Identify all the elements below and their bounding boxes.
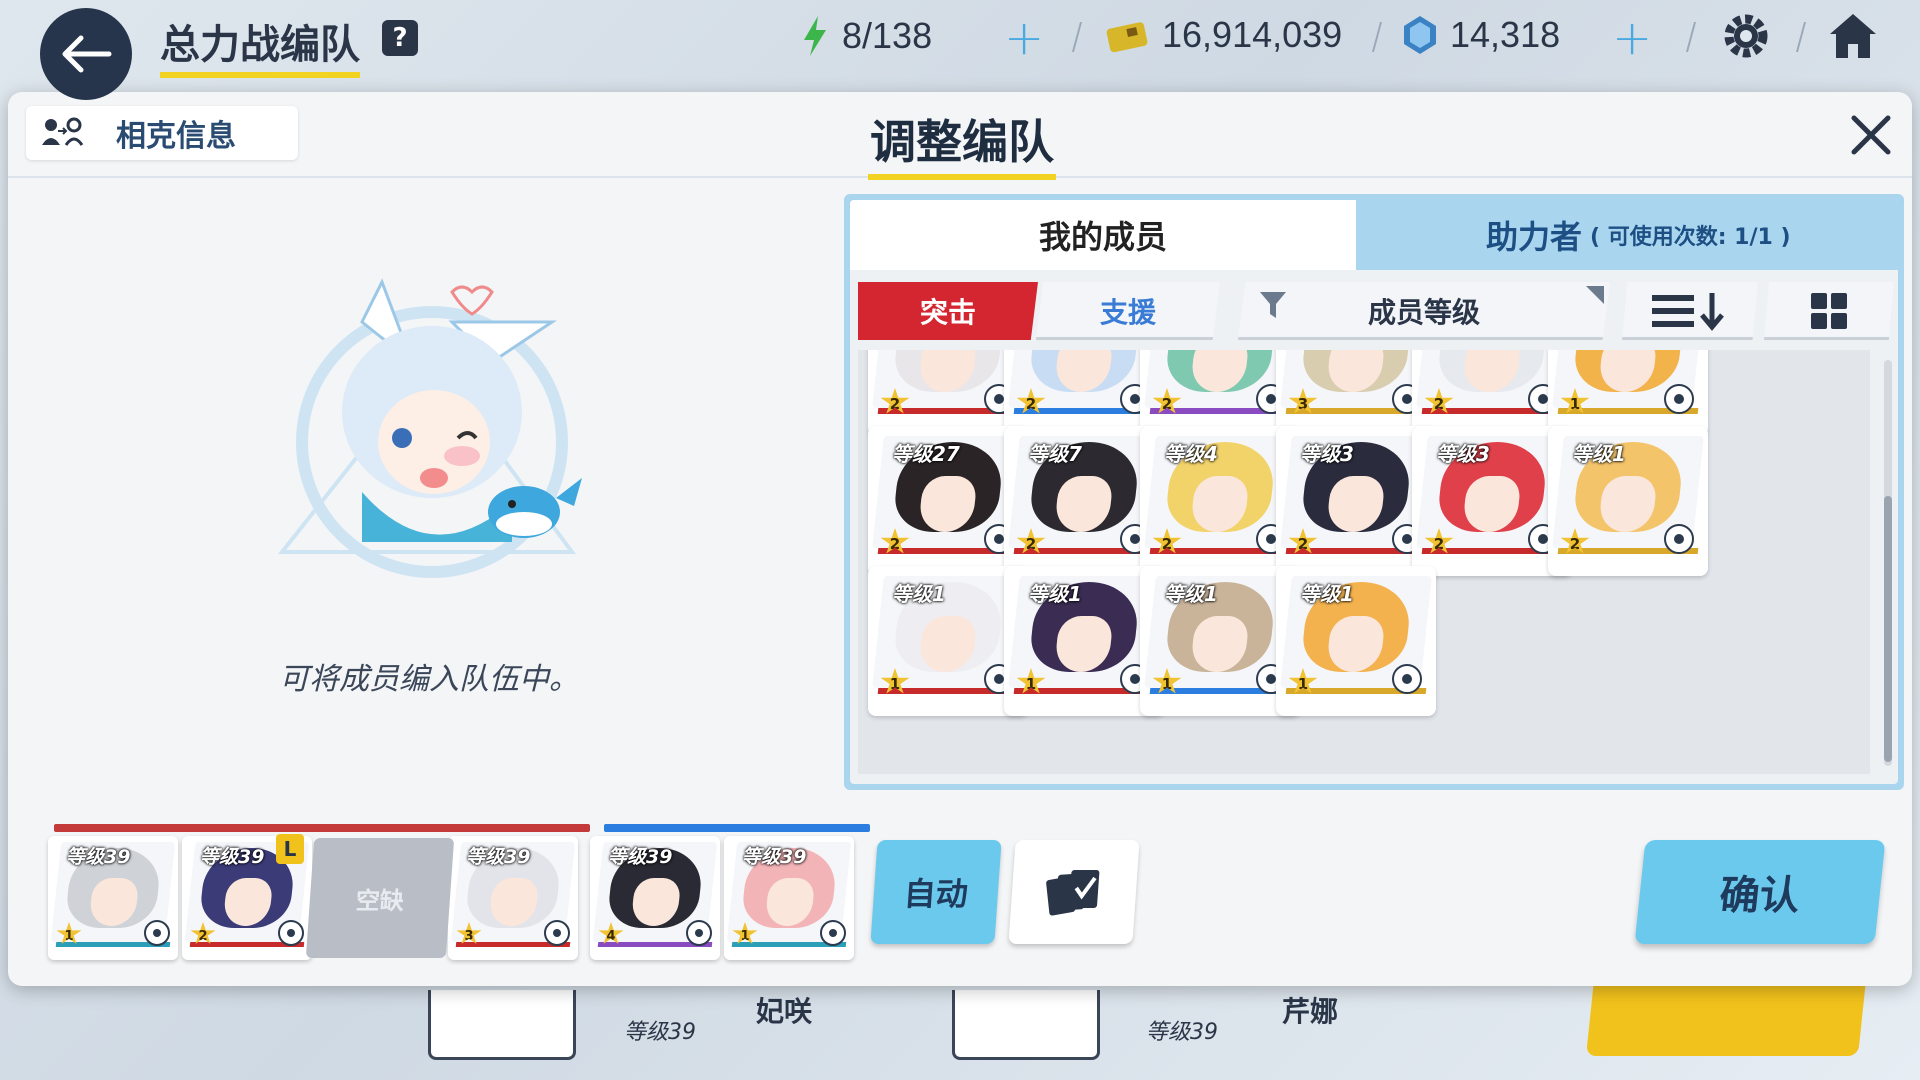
member-level: 等级7 <box>1028 442 1082 466</box>
add-ap-button[interactable]: + <box>1004 14 1044 62</box>
credit-display: 16,914,039 <box>1106 14 1342 56</box>
filter-bar: 突击 支援 成员等级 <box>858 282 1894 342</box>
pyroxene-icon <box>1404 16 1436 54</box>
strike-team-bar <box>54 824 590 832</box>
empty-slot[interactable]: 空缺 <box>305 838 455 958</box>
close-icon <box>1851 115 1891 155</box>
member-level: 等级1 <box>1028 582 1082 606</box>
divider <box>1071 22 1083 52</box>
pyroxene-display: 14,318 <box>1402 14 1560 56</box>
member-level: 等级39 <box>608 846 673 868</box>
background-name: 芹娜 <box>1282 995 1339 1028</box>
member-level: 等级27 <box>892 442 960 466</box>
modal-title: 调整编队 <box>868 106 1056 180</box>
divider <box>1795 22 1807 52</box>
home-button[interactable] <box>1826 10 1880 66</box>
ap-value: 8/138 <box>842 15 933 56</box>
team-slot[interactable]: 等级39 1 <box>48 836 178 960</box>
background-level: 等级39 <box>624 1020 696 1045</box>
credit-icon <box>1106 22 1148 53</box>
counter-info-label: 相克信息 <box>116 119 236 154</box>
scrollbar[interactable] <box>1884 360 1892 766</box>
member-level: 等级3 <box>1300 442 1354 466</box>
background-portrait <box>952 990 1100 1060</box>
back-arrow-icon <box>62 35 112 73</box>
divider <box>1371 22 1383 52</box>
role-icon <box>686 920 712 946</box>
scroll-thumb[interactable] <box>1884 496 1892 762</box>
role-icon <box>1392 664 1422 694</box>
add-pyroxene-button[interactable]: + <box>1612 14 1652 62</box>
filter-support[interactable]: 支援 <box>1036 282 1220 340</box>
role-icon <box>1664 524 1694 554</box>
funnel-icon <box>1260 292 1286 318</box>
credit-value: 16,914,039 <box>1162 14 1343 55</box>
team-slot[interactable]: 等级39 3 <box>448 836 578 960</box>
member-level: 等级39 <box>466 846 531 868</box>
team-slot[interactable]: 等级39 1 <box>724 836 854 960</box>
adjust-team-modal: 相克信息 调整编队 可将成员编入队伍中。 我的成员 助力者 (可使用次数: 1… <box>8 92 1912 986</box>
preset-button[interactable] <box>1008 840 1140 944</box>
member-card[interactable]: 1 <box>1548 350 1708 436</box>
card-deck-icon <box>1046 870 1100 916</box>
tab-my-members[interactable]: 我的成员 <box>850 200 1356 270</box>
filter-strike[interactable]: 突击 <box>858 282 1038 340</box>
role-icon <box>144 920 170 946</box>
assist-count: ( 可使用次数: 1/1 ) <box>1590 225 1791 250</box>
grid-view-icon <box>1811 293 1847 329</box>
auto-button[interactable]: 自动 <box>870 840 1002 944</box>
empty-team-illustration <box>262 242 602 582</box>
member-level: 等级39 <box>742 846 807 868</box>
modal-header: 相克信息 调整编队 <box>8 92 1912 180</box>
team-slot[interactable]: 等级39 2 L <box>182 834 312 960</box>
member-level: 等级1 <box>892 582 946 606</box>
tab-assist[interactable]: 助力者 ( 可使用次数: 1/1 ) <box>1356 200 1898 270</box>
member-grid: 2 2 2 3 2 1 等级27 2 等级7 2 等级4 2 等级3 2 等级3 2 等级1 2 等级1 1 等级1 1 等… <box>858 350 1870 774</box>
role-icon <box>544 920 570 946</box>
pyroxene-value: 14,318 <box>1450 14 1561 55</box>
back-button[interactable] <box>40 8 132 100</box>
empty-team-message: 可将成员编入队伍中。 <box>279 662 579 697</box>
role-icon <box>1664 384 1694 414</box>
gear-icon <box>1724 14 1768 58</box>
member-level: 等级1 <box>1164 582 1218 606</box>
home-icon <box>1830 14 1876 58</box>
role-icon <box>278 920 304 946</box>
counter-swap-icon <box>42 117 84 146</box>
help-icon[interactable]: ? <box>382 20 418 56</box>
background-portrait <box>428 990 576 1060</box>
close-button[interactable] <box>1846 110 1896 160</box>
dropdown-corner-icon <box>1586 286 1604 304</box>
member-panel: 我的成员 助力者 ( 可使用次数: 1/1 ) 突击 支援 成员等级 2 2 2… <box>844 194 1904 790</box>
member-level: 等级39 <box>200 846 265 868</box>
member-card[interactable]: 等级1 2 <box>1548 426 1708 576</box>
background-level: 等级39 <box>1146 1020 1218 1045</box>
sort-label: 成员等级 <box>1367 296 1480 329</box>
lightning-icon <box>804 16 826 56</box>
role-icon <box>820 920 846 946</box>
background-name: 妃咲 <box>756 995 813 1028</box>
leader-badge: L <box>276 834 304 864</box>
sort-dropdown[interactable]: 成员等级 <box>1238 282 1610 340</box>
sort-order-button[interactable] <box>1622 282 1758 340</box>
background-start-button <box>1586 980 1866 1056</box>
member-level: 等级39 <box>66 846 131 868</box>
divider <box>1685 22 1697 52</box>
settings-button[interactable] <box>1720 10 1772 66</box>
counter-info-button[interactable]: 相克信息 <box>26 106 298 160</box>
tab-assist-label: 助力者 <box>1486 218 1583 256</box>
member-card[interactable]: 等级1 1 <box>1276 566 1436 716</box>
team-slot[interactable]: 等级39 4 <box>590 836 720 960</box>
grid-view-button[interactable] <box>1764 282 1894 340</box>
support-team-bar <box>604 824 870 832</box>
top-bar: 总力战编队 ? 8/138 + 16,914,039 14,318 + <box>0 0 1920 100</box>
confirm-button[interactable]: 确认 <box>1634 840 1886 944</box>
member-level: 等级3 <box>1436 442 1490 466</box>
sort-descending-icon <box>1652 293 1724 331</box>
page-title: 总力战编队 <box>160 12 360 78</box>
member-level: 等级4 <box>1164 442 1218 466</box>
member-level: 等级1 <box>1572 442 1626 466</box>
member-level: 等级1 <box>1300 582 1354 606</box>
ap-display: 8/138 <box>800 14 932 58</box>
